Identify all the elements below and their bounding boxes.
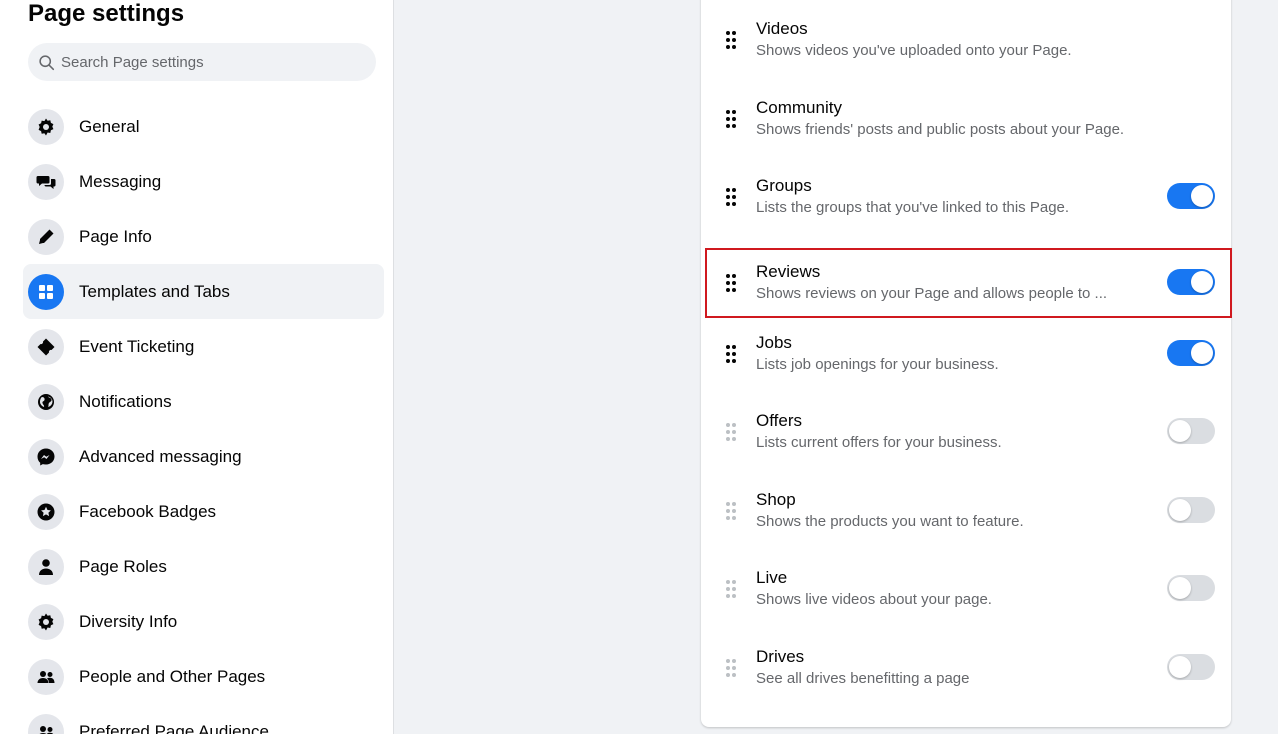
sidebar: Page settings General Messaging <box>0 0 394 734</box>
messenger-icon <box>28 438 64 475</box>
gear-icon <box>28 108 64 145</box>
sidebar-item-label: Messaging <box>79 171 162 191</box>
sidebar-item-label: Notifications <box>79 391 172 411</box>
tab-row-jobs: Jobs Lists job openings for your busines… <box>705 319 1232 389</box>
tab-row-shop: Shop Shows the products you want to feat… <box>705 476 1232 546</box>
sidebar-item-label: Advanced messaging <box>79 446 242 466</box>
toggle-knob <box>1169 420 1191 442</box>
sidebar-item-diversity-info[interactable]: Diversity Info <box>23 594 384 649</box>
sidebar-item-label: Templates and Tabs <box>79 281 230 301</box>
sidebar-item-label: Diversity Info <box>79 611 178 631</box>
sidebar-item-label: People and Other Pages <box>79 666 266 686</box>
sidebar-item-facebook-badges[interactable]: Facebook Badges <box>23 484 384 539</box>
tab-description: Shows friends' posts and public posts ab… <box>756 121 1125 138</box>
page-root: Page settings General Messaging <box>0 0 1278 734</box>
tab-description: Shows videos you've uploaded onto your P… <box>756 42 1072 59</box>
tab-description: Lists current offers for your business. <box>756 434 1002 451</box>
toggle-knob <box>1169 656 1191 678</box>
shop-toggle[interactable] <box>1167 497 1215 523</box>
globe-icon <box>28 383 64 420</box>
drives-toggle[interactable] <box>1167 654 1215 680</box>
jobs-toggle[interactable] <box>1167 340 1215 366</box>
sidebar-item-notifications[interactable]: Notifications <box>23 374 384 429</box>
page-title: Page settings <box>28 0 185 27</box>
sidebar-item-general[interactable]: General <box>23 99 384 154</box>
people-icon <box>28 713 64 734</box>
drag-handle-icon <box>724 578 738 600</box>
sidebar-item-label: General <box>79 116 140 136</box>
sidebar-item-templates-and-tabs[interactable]: Templates and Tabs <box>23 264 384 319</box>
toggle-knob <box>1191 185 1213 207</box>
drag-handle-icon[interactable] <box>724 272 738 294</box>
pencil-icon <box>28 218 64 255</box>
sidebar-item-label: Page Roles <box>79 556 167 576</box>
drag-handle-icon[interactable] <box>724 29 738 51</box>
sidebar-item-advanced-messaging[interactable]: Advanced messaging <box>23 429 384 484</box>
tab-description: Shows reviews on your Page and allows pe… <box>756 285 1108 302</box>
tab-description: See all drives benefitting a page <box>756 670 970 687</box>
tab-description: Lists job openings for your business. <box>756 356 999 373</box>
tab-row-live: Live Shows live videos about your page. <box>705 554 1232 624</box>
sidebar-item-label: Page Info <box>79 226 152 246</box>
sidebar-item-people-and-other-pages[interactable]: People and Other Pages <box>23 649 384 704</box>
sidebar-item-preferred-page-audience[interactable]: Preferred Page Audience <box>23 704 384 734</box>
drag-handle-icon <box>724 500 738 522</box>
person-icon <box>28 548 64 585</box>
tab-title: Live <box>756 568 788 587</box>
tab-row-groups: Groups Lists the groups that you've link… <box>705 162 1232 232</box>
tab-row-offers: Offers Lists current offers for your bus… <box>705 397 1232 467</box>
tab-row-drives: Drives See all drives benefitting a page <box>705 633 1232 703</box>
tab-title: Reviews <box>756 262 821 281</box>
sidebar-item-label: Event Ticketing <box>79 336 195 356</box>
tab-description: Lists the groups that you've linked to t… <box>756 199 1070 216</box>
tab-title: Community <box>756 98 842 117</box>
toggle-knob <box>1191 271 1213 293</box>
chat-bubbles-icon <box>28 163 64 200</box>
drag-handle-icon <box>724 421 738 443</box>
sidebar-item-event-ticketing[interactable]: Event Ticketing <box>23 319 384 374</box>
live-toggle[interactable] <box>1167 575 1215 601</box>
search-box[interactable] <box>28 43 376 81</box>
grid-icon <box>28 273 64 310</box>
sidebar-item-page-info[interactable]: Page Info <box>23 209 384 264</box>
tab-title: Drives <box>756 647 805 666</box>
reviews-toggle[interactable] <box>1167 269 1215 295</box>
gear-icon <box>28 603 64 640</box>
drag-handle-icon[interactable] <box>724 343 738 365</box>
toggle-knob <box>1169 499 1191 521</box>
sidebar-item-messaging[interactable]: Messaging <box>23 154 384 209</box>
tab-title: Offers <box>756 411 802 430</box>
offers-toggle[interactable] <box>1167 418 1215 444</box>
search-input[interactable] <box>61 53 361 71</box>
ticket-icon <box>28 328 64 365</box>
tab-title: Groups <box>756 176 812 195</box>
toggle-knob <box>1169 577 1191 599</box>
tab-description: Shows the products you want to feature. <box>756 513 1024 530</box>
groups-toggle[interactable] <box>1167 183 1215 209</box>
sidebar-nav: General Messaging Page Info Templates an… <box>23 99 384 734</box>
search-icon <box>39 54 55 70</box>
drag-handle-icon[interactable] <box>724 186 738 208</box>
sidebar-item-label: Preferred Page Audience <box>79 721 269 734</box>
tab-row-reviews: Reviews Shows reviews on your Page and a… <box>705 248 1232 318</box>
tab-title: Shop <box>756 490 796 509</box>
sidebar-item-page-roles[interactable]: Page Roles <box>23 539 384 594</box>
badge-star-icon <box>28 493 64 530</box>
tab-row-community: Community Shows friends' posts and publi… <box>705 84 1232 154</box>
toggle-knob <box>1191 342 1213 364</box>
drag-handle-icon[interactable] <box>724 108 738 130</box>
tab-row-videos: Videos Shows videos you've uploaded onto… <box>705 5 1232 75</box>
tab-title: Videos <box>756 19 808 38</box>
sidebar-item-label: Facebook Badges <box>79 501 217 521</box>
people-icon <box>28 658 64 695</box>
tab-description: Shows live videos about your page. <box>756 591 992 608</box>
drag-handle-icon <box>724 657 738 679</box>
tab-title: Jobs <box>756 333 792 352</box>
